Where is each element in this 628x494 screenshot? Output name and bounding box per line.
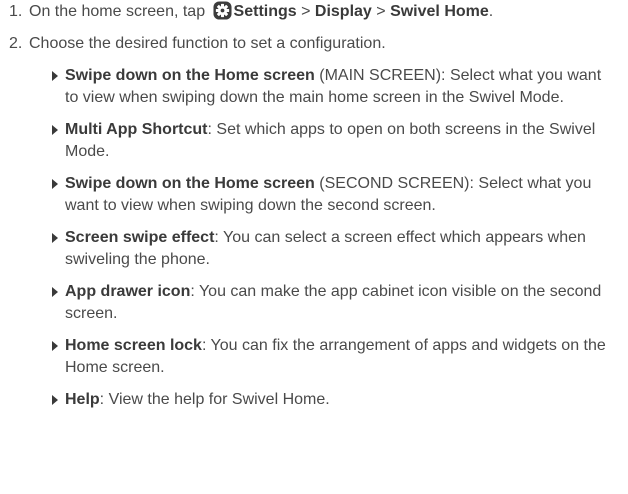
triangle-bullet-icon — [52, 179, 58, 189]
step-1-text: On the home screen, tap Settings > Displ… — [29, 1, 493, 23]
list-item-home-screen-lock: Home screen lock: You can fix the arrang… — [49, 335, 618, 379]
settings-gear-icon — [213, 1, 232, 20]
path-period: . — [488, 3, 494, 20]
step-2: 2. Choose the desired function to set a … — [9, 33, 618, 55]
path-settings: Settings — [233, 3, 297, 20]
triangle-bullet-icon — [52, 233, 58, 243]
path-display: Display — [314, 3, 372, 20]
list-item-app-drawer-icon: App drawer icon: You can make the app ca… — [49, 281, 618, 325]
triangle-bullet-icon — [52, 287, 58, 297]
path-separator: > — [296, 3, 315, 20]
item-description: : View the help for Swivel Home. — [99, 391, 330, 408]
step-1: 1. On the home screen, tap Settings > Di… — [9, 1, 618, 23]
triangle-bullet-icon — [52, 71, 58, 81]
list-item-swipe-down-second: Swipe down on the Home screen (SECOND SC… — [49, 173, 618, 217]
item-title: Screen swipe effect — [65, 229, 215, 246]
list-item-screen-swipe-effect: Screen swipe effect: You can select a sc… — [49, 227, 618, 271]
path-swivel-home: Swivel Home — [390, 3, 489, 20]
item-title: Multi App Shortcut — [65, 121, 208, 138]
list-item-help: Help: View the help for Swivel Home. — [49, 389, 618, 411]
path-separator: > — [371, 3, 391, 20]
item-title: Help — [65, 391, 100, 408]
item-title: Home screen lock — [65, 337, 202, 354]
function-list: Swipe down on the Home screen (MAIN SCRE… — [9, 65, 618, 411]
triangle-bullet-icon — [52, 341, 58, 351]
list-item-multi-app-shortcut: Multi App Shortcut: Set which apps to op… — [49, 119, 618, 163]
item-title: App drawer icon — [65, 283, 191, 300]
step-1-intro: On the home screen, tap — [29, 3, 210, 20]
list-item-swipe-down-main: Swipe down on the Home screen (MAIN SCRE… — [49, 65, 618, 109]
step-number: 2. — [9, 35, 23, 52]
triangle-bullet-icon — [52, 395, 58, 405]
triangle-bullet-icon — [52, 125, 58, 135]
item-title: Swipe down on the Home screen — [65, 175, 315, 192]
instructions-page: 1. On the home screen, tap Settings > Di… — [0, 0, 628, 494]
step-2-text: Choose the desired function to set a con… — [29, 35, 386, 52]
item-title: Swipe down on the Home screen — [65, 67, 315, 84]
step-number: 1. — [9, 3, 23, 20]
